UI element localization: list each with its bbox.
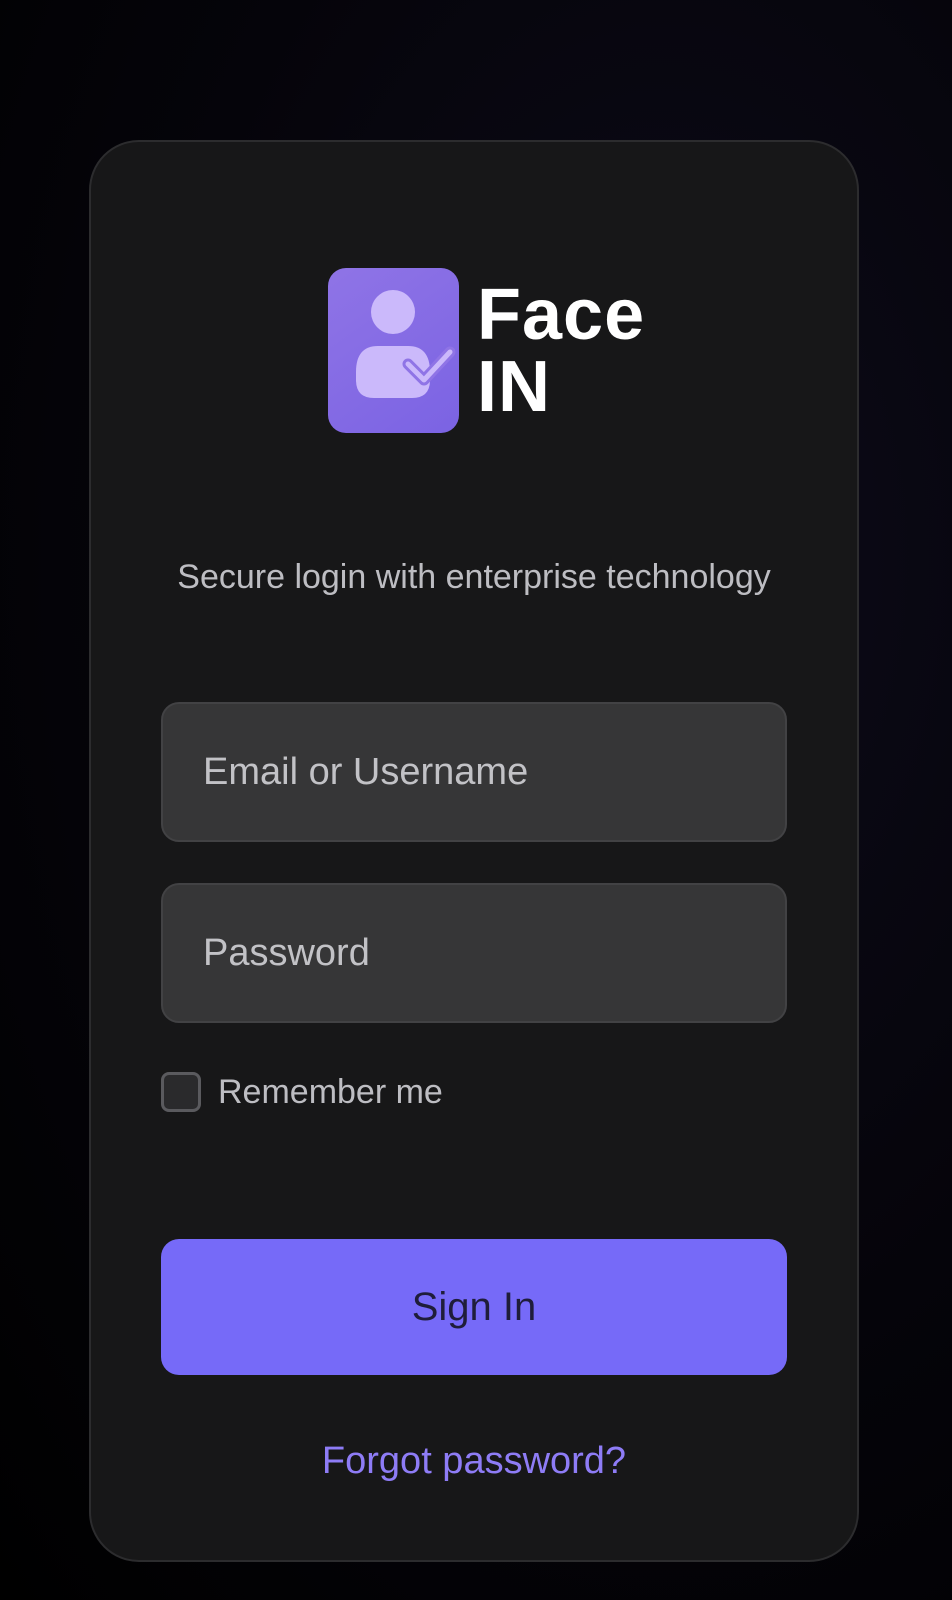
sign-in-button[interactable]: Sign In [161,1239,787,1375]
email-username-input[interactable] [161,702,787,842]
password-input[interactable] [161,883,787,1023]
forgot-password-link[interactable]: Forgot password? [161,1440,787,1483]
remember-me-label[interactable]: Remember me [218,1073,443,1112]
user-check-icon [328,268,459,433]
brand-name-line1: Face [477,274,646,355]
remember-me[interactable]: Remember me [161,1072,443,1112]
tagline: Secure login with enterprise technology [177,558,771,596]
brand-name: Face IN [477,279,645,423]
app-logo: Face IN [328,268,645,433]
login-card: Face IN Secure login with enterprise tec… [89,140,859,1562]
remember-me-checkbox[interactable] [161,1072,201,1112]
brand-name-line2: IN [477,346,551,427]
